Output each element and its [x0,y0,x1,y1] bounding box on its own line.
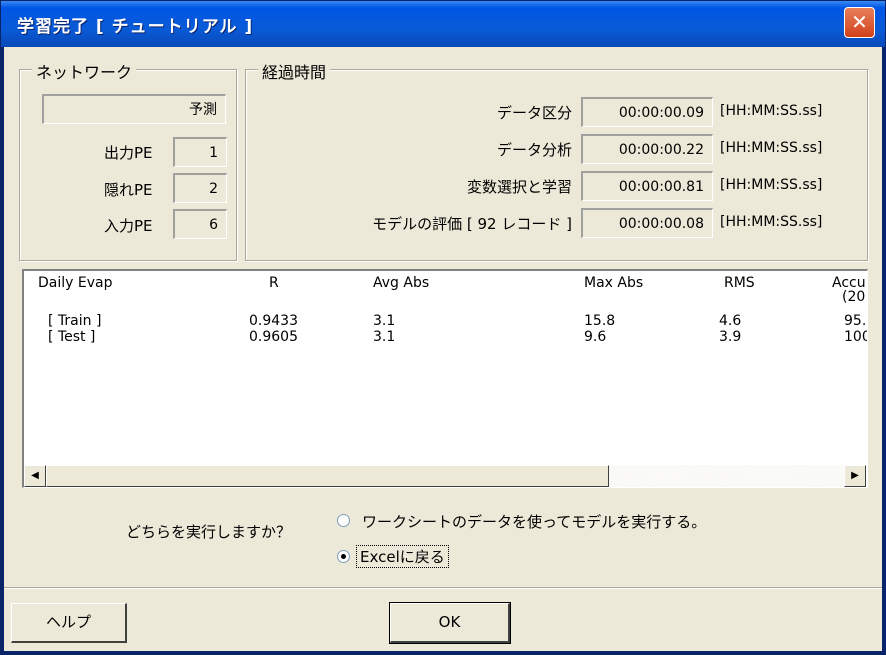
cell-value: 4.6 [719,313,742,329]
elapsed-row-value: 00:00:00.08 [581,208,713,238]
return-excel-label[interactable]: Excelに戻る [356,545,449,568]
cell-value: 95. [844,313,867,329]
elapsed-row-label: データ分析 [496,141,572,159]
scroll-left-button[interactable]: ◀ [24,465,46,487]
dialog-window: 学習完了 [ チュートリアル ] ✕ ネットワーク 予測 出力PE 1 隠れPE… [0,0,886,655]
elapsed-row-label: モデルの評価 [ 92 レコード ] [372,215,572,233]
hidden-pe-field: 2 [173,173,227,203]
cell-value: 100 [844,329,867,345]
network-legend: ネットワーク [32,59,137,83]
horizontal-scrollbar[interactable]: ◀ ▶ [24,465,866,487]
elapsed-row-unit: [HH:MM:SS.ss] [720,214,823,230]
window-title: 学習完了 [ チュートリアル ] [17,17,254,37]
column-header-accuracy-sub: (20 [842,289,866,305]
cell-value: 3.1 [373,313,396,329]
scroll-track[interactable] [609,465,844,487]
help-button[interactable]: ヘルプ [11,603,127,643]
scroll-thumb[interactable] [46,465,609,487]
run-model-radio[interactable] [337,514,350,527]
cell-value: 3.1 [373,329,396,345]
column-header-r: R [269,275,279,291]
column-header-max-abs: Max Abs [584,275,644,291]
run-model-label[interactable]: ワークシートのデータを使ってモデルを実行する。 [362,511,706,532]
input-pe-label: 入力PE [104,217,153,235]
cell-value: 0.9605 [249,329,298,345]
choice-question: どちらを実行しますか？ [126,523,292,541]
input-pe-field: 6 [173,209,227,239]
elapsed-row-value: 00:00:00.22 [581,134,713,164]
hidden-pe-label: 隠れPE [104,181,153,199]
cell-value: 3.9 [719,329,742,345]
footer-separator [4,587,882,589]
cell-value: 9.6 [584,329,607,345]
results-list[interactable]: Daily Evap R Avg Abs Max Abs RMS Accu (2… [22,269,868,488]
scroll-right-button[interactable]: ▶ [844,465,866,487]
elapsed-row-label: 変数選択と学習 [466,178,572,196]
output-pe-label: 出力PE [104,144,153,162]
column-header-target: Daily Evap [38,275,113,291]
elapsed-row-unit: [HH:MM:SS.ss] [720,177,823,193]
elapsed-row-value: 00:00:00.09 [581,97,713,127]
return-excel-radio[interactable] [337,550,350,563]
network-mode-field: 予測 [42,94,226,124]
cell-value: 0.9433 [249,313,298,329]
dialog-body: ネットワーク 予測 出力PE 1 隠れPE 2 入力PE 6 経過時間 データ区… [4,47,882,651]
close-button[interactable]: ✕ [844,7,875,38]
elapsed-row-unit: [HH:MM:SS.ss] [720,103,823,119]
elapsed-row-label: データ区分 [496,104,572,122]
ok-button[interactable]: OK [389,602,511,644]
cell-value: 15.8 [584,313,616,329]
output-pe-field: 1 [173,137,227,167]
elapsed-row-unit: [HH:MM:SS.ss] [720,140,823,156]
elapsed-row-value: 00:00:00.81 [581,171,713,201]
row-label: [ Train ] [48,313,102,329]
title-bar[interactable]: 学習完了 [ チュートリアル ] ✕ [1,1,885,47]
elapsed-legend: 経過時間 [258,59,331,83]
column-header-avg-abs: Avg Abs [373,275,430,291]
column-header-rms: RMS [724,275,755,291]
row-label: [ Test ] [48,329,96,345]
